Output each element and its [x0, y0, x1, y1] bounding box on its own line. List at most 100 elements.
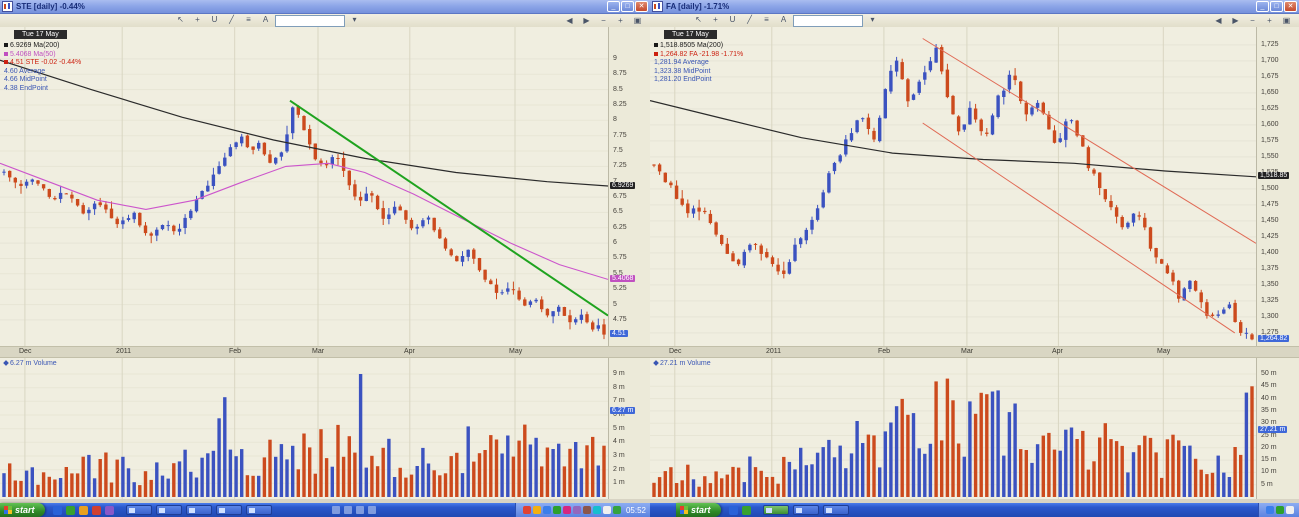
volume-chart-left[interactable]: 6.27 m Volume [0, 358, 608, 499]
quicklaunch-desktop-icon[interactable] [742, 506, 751, 515]
maximize-button[interactable]: □ [1270, 1, 1283, 12]
volume-tick-label: 4 m [613, 438, 625, 445]
text-tool-icon[interactable]: A [776, 14, 791, 27]
taskbar-task-button[interactable] [763, 505, 789, 515]
magnet-tool-icon[interactable]: U [207, 14, 222, 27]
month-label: 2011 [766, 348, 781, 355]
volume-axis-right[interactable]: 5 m10 m15 m20 m25 m30 m35 m40 m45 m50 m2… [1256, 358, 1299, 499]
trendline-tool-icon[interactable]: ╱ [742, 14, 757, 27]
toolbar-shortcut-icon[interactable] [344, 506, 352, 514]
price-chart-right[interactable]: Tue 17 May 1,518.8505 Ma(200)1,264.82 FA… [650, 27, 1256, 346]
volume-tick-label: 5 m [1261, 481, 1273, 488]
legend-line: 4.38 EndPoint [4, 85, 81, 94]
month-label: Dec [669, 348, 681, 355]
crosshair-tool-icon[interactable]: + [190, 14, 205, 27]
maximize-button[interactable]: □ [621, 1, 634, 12]
symbol-dropdown-icon[interactable]: ▾ [347, 14, 362, 27]
price-tick-label: 1,475 [1261, 201, 1279, 208]
price-tick-label: 8 [613, 116, 617, 123]
quicklaunch-mail-icon[interactable] [105, 506, 114, 515]
volume-axis-left[interactable]: 1 m2 m3 m4 m5 m6 m7 m8 m9 m6.27 m [608, 358, 650, 499]
start-button[interactable]: start [0, 503, 45, 517]
price-tick-label: 5 [613, 301, 617, 308]
quicklaunch-desktop-icon[interactable] [66, 506, 75, 515]
crosshair-tool-icon[interactable]: + [708, 14, 723, 27]
fibonacci-tool-icon[interactable]: ≡ [759, 14, 774, 27]
magnet-tool-icon[interactable]: U [725, 14, 740, 27]
system-tray-right [1258, 503, 1299, 517]
price-chart-canvas[interactable] [0, 27, 608, 346]
date-axis-right[interactable]: Dec2011FebMarAprMay [650, 346, 1299, 358]
text-tool-icon[interactable]: A [258, 14, 273, 27]
taskbar-task-button[interactable] [156, 505, 182, 515]
taskbar-left: start 05:52 [0, 503, 650, 517]
quicklaunch-browser-icon[interactable] [53, 506, 62, 515]
volume-tick-label: 5 m [613, 425, 625, 432]
volume-tick-label: 25 m [1261, 432, 1277, 439]
system-tray-left: 05:52 [515, 503, 650, 517]
tray-app-icon[interactable] [613, 506, 621, 514]
tray-messenger-icon[interactable] [1266, 506, 1274, 514]
tray-update-icon[interactable] [533, 506, 541, 514]
taskbar-task-button[interactable] [126, 505, 152, 515]
trendline-tool-icon[interactable]: ╱ [224, 14, 239, 27]
volume-chart-canvas[interactable] [650, 358, 1256, 499]
date-axis-left[interactable]: Dec2011FebMarAprMay [0, 346, 650, 358]
taskbar-clock[interactable]: 05:52 [626, 506, 646, 515]
taskbar-task-button[interactable] [216, 505, 242, 515]
cursor-tool-icon[interactable]: ↖ [691, 14, 706, 27]
tray-language-icon[interactable] [1286, 506, 1294, 514]
chart-window-right: FA [daily] -1.71% _ □ ✕ ↖ + U ╱ ≡ A ▾ ◀ … [650, 0, 1299, 503]
close-button[interactable]: ✕ [635, 1, 648, 12]
symbol-input[interactable] [275, 15, 345, 27]
price-tick-label: 1,650 [1261, 89, 1279, 96]
legend-bullet-icon [4, 60, 8, 64]
start-button[interactable]: start [676, 503, 721, 517]
month-label: Feb [229, 348, 241, 355]
price-axis-right[interactable]: 1,2751,3001,3251,3501,3751,4001,4251,450… [1256, 27, 1299, 346]
crosshair-date-box: Tue 17 May [14, 30, 67, 39]
volume-tick-label: 3 m [613, 452, 625, 459]
fibonacci-tool-icon[interactable]: ≡ [241, 14, 256, 27]
tray-antivirus-icon[interactable] [523, 506, 531, 514]
volume-tick-label: 8 m [613, 384, 625, 391]
close-button[interactable]: ✕ [1284, 1, 1297, 12]
volume-chart-right[interactable]: 27.21 m Volume [650, 358, 1256, 499]
quicklaunch-media-icon[interactable] [92, 506, 101, 515]
month-label: May [509, 348, 522, 355]
price-axis-left[interactable]: 4.7555.255.55.7566.256.56.7577.257.57.75… [608, 27, 650, 346]
tray-network-icon[interactable] [553, 506, 561, 514]
taskbar-task-button[interactable] [793, 505, 819, 515]
tray-app-icon[interactable] [563, 506, 571, 514]
symbol-dropdown-icon[interactable]: ▾ [865, 14, 880, 27]
legend-line: 1,281.94 Average [654, 59, 743, 68]
taskbar-task-button[interactable] [186, 505, 212, 515]
toolbar-shortcut-icon[interactable] [356, 506, 364, 514]
month-label: Apr [1052, 348, 1063, 355]
tray-messenger-icon[interactable] [543, 506, 551, 514]
tray-app-icon[interactable] [593, 506, 601, 514]
taskbar-task-button[interactable] [823, 505, 849, 515]
volume-chart-canvas[interactable] [0, 358, 608, 499]
toolbar-shortcut-icon[interactable] [368, 506, 376, 514]
tray-app-icon[interactable] [573, 506, 581, 514]
tray-volume-icon[interactable] [603, 506, 611, 514]
volume-tick-label: 1 m [613, 479, 625, 486]
tray-app-icon[interactable] [583, 506, 591, 514]
price-chart-left[interactable]: Tue 17 May 6.9269 Ma(200)5.4068 Ma(50)4.… [0, 27, 608, 346]
symbol-input[interactable] [793, 15, 863, 27]
quicklaunch-folder-icon[interactable] [79, 506, 88, 515]
volume-badge: 27.21 m [1258, 426, 1287, 433]
quicklaunch-browser-icon[interactable] [729, 506, 738, 515]
legend-line: 5.4068 Ma(50) [4, 51, 81, 60]
minimize-button[interactable]: _ [607, 1, 620, 12]
price-tick-label: 1,675 [1261, 73, 1279, 80]
toolbar-shortcut-icon[interactable] [332, 506, 340, 514]
titlebar-left[interactable]: STE [daily] -0.44% _ □ ✕ [0, 0, 650, 14]
taskbar-task-button[interactable] [246, 505, 272, 515]
tray-network-icon[interactable] [1276, 506, 1284, 514]
titlebar-right[interactable]: FA [daily] -1.71% _ □ ✕ [650, 0, 1299, 14]
minimize-button[interactable]: _ [1256, 1, 1269, 12]
price-tick-label: 5.25 [613, 285, 627, 292]
cursor-tool-icon[interactable]: ↖ [173, 14, 188, 27]
